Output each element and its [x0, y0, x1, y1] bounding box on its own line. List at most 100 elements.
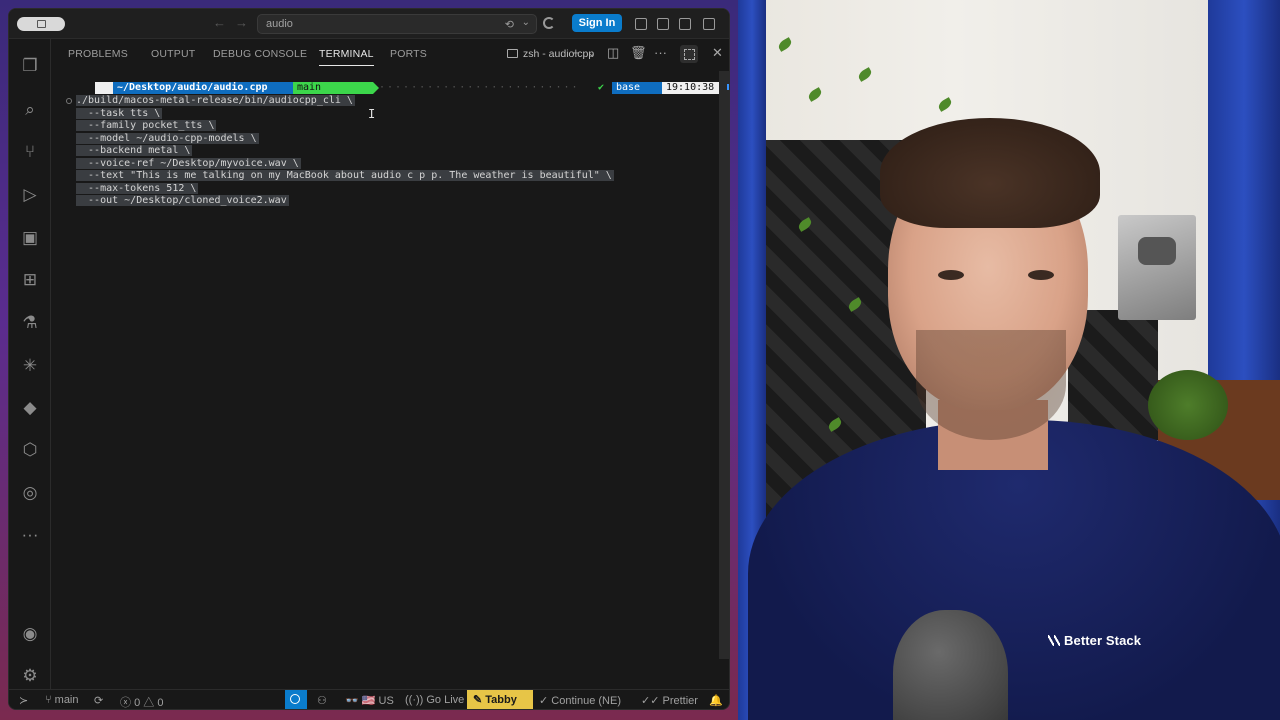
- apple-icon: [95, 82, 113, 94]
- python-icon[interactable]: ◆: [19, 397, 41, 419]
- copilot-status-icon[interactable]: ⚇: [317, 694, 327, 707]
- vscode-window: ← → audio ⟲ ⌄ Sign In ❐ ⌕ ⑂ ▷ ▣ ⊞ ⚗ ✳ ◆: [8, 8, 730, 710]
- toggle-panel-icon[interactable]: [657, 18, 669, 30]
- terminal-scrollbar[interactable]: [719, 71, 729, 659]
- panel-header: PROBLEMS OUTPUT DEBUG CONSOLE TERMINAL P…: [52, 39, 729, 69]
- award-plaque: [1118, 215, 1196, 320]
- testing-icon[interactable]: ⚗: [19, 312, 41, 334]
- sign-in-button[interactable]: Sign In: [572, 14, 622, 32]
- close-panel-icon[interactable]: ✕: [712, 45, 723, 61]
- command-center-label: audio: [266, 18, 293, 30]
- terminal-line: --family pocket_tts \: [76, 120, 217, 131]
- better-stack-logo: Better Stack: [1048, 633, 1141, 648]
- explorer-icon[interactable]: ❐: [19, 55, 41, 77]
- branch-name: main: [54, 694, 79, 706]
- remote-indicator-icon[interactable]: ≻: [19, 694, 28, 707]
- sync-icon[interactable]: ⟳: [94, 694, 103, 707]
- bonsai-plant: [1148, 370, 1228, 440]
- tab-terminal[interactable]: TERMINAL: [319, 48, 374, 66]
- new-terminal-icon[interactable]: +: [572, 45, 580, 60]
- prettier-status[interactable]: ✓✓ Prettier: [641, 694, 698, 707]
- terminal-line: --task tts \: [76, 107, 163, 119]
- activity-bar: ❐ ⌕ ⑂ ▷ ▣ ⊞ ⚗ ✳ ◆ ⬡ ◎ ··· ◉ ⚙: [9, 39, 51, 691]
- terminal-name-text: zsh - audio.cpp: [523, 48, 595, 60]
- keyboard-layout-label: US: [378, 695, 394, 707]
- check-icon: ✔: [598, 82, 605, 93]
- prettier-label: Prettier: [662, 695, 698, 707]
- back-arrow-icon[interactable]: ←: [213, 15, 226, 30]
- terminal-view[interactable]: ~/Desktop/audio/audio.cpp main ·········…: [52, 71, 729, 689]
- tab-problems[interactable]: PROBLEMS: [68, 48, 128, 60]
- window-controls-button[interactable]: [17, 17, 65, 31]
- remote-explorer-icon[interactable]: ▣: [19, 227, 41, 249]
- terminal-line: ./build/macos-metal-release/bin/audiocpp…: [76, 95, 355, 106]
- webcam-feed: Better Stack: [738, 0, 1280, 720]
- problems-indicator[interactable]: ⓧ 0 △ 0: [120, 694, 164, 709]
- status-bar: ≻ ⑂ main ⟳ ⓧ 0 △ 0 ⚇ 👓 🇺🇸 US ((·)) Go Li…: [9, 689, 729, 709]
- terminal-icon: [507, 49, 518, 58]
- person-hair: [880, 118, 1100, 228]
- toggle-primary-sidebar-icon[interactable]: [635, 18, 647, 30]
- more-actions-icon[interactable]: ···: [654, 45, 667, 60]
- command-center-search[interactable]: audio ⟲ ⌄: [257, 14, 537, 34]
- containers-icon[interactable]: ⬡: [19, 439, 41, 461]
- prompt-git-branch: main: [293, 82, 373, 94]
- tab-ports[interactable]: PORTS: [390, 48, 427, 60]
- settings-icon[interactable]: ⚙: [19, 665, 41, 687]
- chevron-down-icon[interactable]: ⌄: [588, 48, 596, 59]
- zoom-indicator-icon[interactable]: [285, 690, 307, 709]
- accounts-status-icon[interactable]: [543, 17, 555, 29]
- terminal-line: --max-tokens 512 \: [76, 182, 199, 194]
- copilot-chat-icon[interactable]: ⟲: [505, 18, 514, 31]
- tabby-status[interactable]: ✎ Tabby: [467, 690, 533, 709]
- copilot-icon[interactable]: ✳: [19, 355, 41, 377]
- scrollbar-marker: [727, 84, 729, 90]
- go-live-label: Go Live: [426, 694, 465, 706]
- notifications-icon[interactable]: 🔔: [709, 694, 723, 707]
- warning-count: 0: [157, 697, 164, 709]
- text-cursor-icon: Ι: [368, 107, 376, 121]
- prompt-conda-env: base: [612, 82, 662, 94]
- tab-output[interactable]: OUTPUT: [151, 48, 195, 60]
- error-count: 0: [134, 697, 141, 709]
- plant-leaf: [776, 37, 794, 52]
- person-beard: [916, 330, 1066, 440]
- prompt-filler: ········································…: [379, 82, 579, 93]
- plant-leaf: [936, 97, 954, 112]
- tabby-label: Tabby: [485, 694, 517, 706]
- toggle-secondary-sidebar-icon[interactable]: [679, 18, 691, 30]
- terminal-line: --text "This is me talking on my MacBook…: [76, 170, 614, 181]
- tab-debug-console[interactable]: DEBUG CONSOLE: [213, 48, 307, 60]
- continue-label: Continue (NE): [551, 695, 621, 707]
- git-branch-indicator[interactable]: ⑂ main: [45, 694, 79, 706]
- command-decoration-icon[interactable]: [66, 98, 72, 104]
- window-backdrop: ← → audio ⟲ ⌄ Sign In ❐ ⌕ ⑂ ▷ ▣ ⊞ ⚗ ✳ ◆: [0, 0, 738, 720]
- continue-status[interactable]: ✓ Continue (NE): [539, 694, 621, 707]
- terminal-instance-label[interactable]: zsh - audio.cpp: [507, 48, 594, 60]
- run-debug-icon[interactable]: ▷: [19, 184, 41, 206]
- terminal-line: --out ~/Desktop/cloned_voice2.wav: [76, 195, 289, 206]
- plant-leaf: [856, 67, 874, 82]
- split-terminal-icon[interactable]: ◫: [607, 45, 619, 61]
- account-icon[interactable]: ◉: [19, 623, 41, 645]
- prompt-path: ~/Desktop/audio/audio.cpp: [113, 82, 293, 94]
- keyboard-layout[interactable]: 👓 🇺🇸 US: [345, 694, 394, 707]
- chevron-down-icon[interactable]: ⌄: [522, 17, 530, 28]
- kill-terminal-icon[interactable]: 🗑: [630, 45, 647, 61]
- source-control-icon[interactable]: ⑂: [19, 141, 41, 163]
- gitlens-icon[interactable]: ◎: [19, 482, 41, 504]
- microphone: [893, 610, 1008, 720]
- extensions-icon[interactable]: ⊞: [19, 269, 41, 291]
- terminal-line: --voice-ref ~/Desktop/myvoice.wav \: [76, 157, 301, 169]
- search-icon[interactable]: ⌕: [19, 99, 41, 121]
- better-stack-mark-icon: [1048, 635, 1060, 646]
- person-eye: [1028, 270, 1054, 280]
- customize-layout-icon[interactable]: [703, 18, 715, 30]
- go-live-button[interactable]: ((·)) Go Live: [405, 694, 464, 706]
- person-eye: [938, 270, 964, 280]
- better-stack-label: Better Stack: [1064, 633, 1142, 648]
- forward-arrow-icon[interactable]: →: [235, 15, 248, 30]
- terminal-line: --backend metal \: [76, 145, 193, 156]
- more-icon[interactable]: ···: [19, 524, 41, 546]
- maximize-panel-icon[interactable]: [680, 45, 698, 63]
